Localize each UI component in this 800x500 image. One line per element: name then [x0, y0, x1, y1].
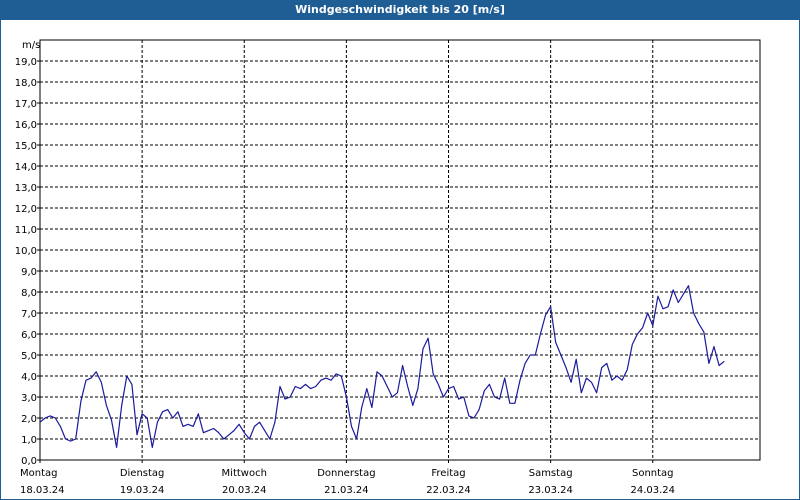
- y-axis-unit: m/s: [22, 40, 40, 51]
- series-line-wind-speed: [39, 285, 725, 448]
- y-tick-label: 9,0: [21, 267, 37, 278]
- y-tick-label: 18,0: [15, 78, 37, 89]
- x-tick-day-label: Freitag: [431, 468, 465, 479]
- y-tick-label: 0,0: [21, 456, 37, 467]
- x-tick-date-label: 22.03.24: [426, 485, 471, 496]
- x-tick-day-label: Montag: [20, 468, 57, 479]
- y-tick-label: 11,0: [15, 225, 37, 236]
- x-tick-day-label: Dienstag: [120, 468, 165, 479]
- y-tick-label: 7,0: [21, 309, 37, 320]
- x-tick-date-label: 23.03.24: [528, 485, 573, 496]
- x-tick-date-label: 19.03.24: [120, 485, 165, 496]
- y-tick-label: 16,0: [15, 120, 37, 131]
- x-tick-date-label: 24.03.24: [631, 485, 676, 496]
- x-tick-day-label: Samstag: [529, 468, 573, 479]
- y-tick-label: 5,0: [21, 351, 37, 362]
- y-tick-label: 2,0: [21, 414, 37, 425]
- y-tick-label: 15,0: [15, 141, 37, 152]
- y-tick-label: 12,0: [15, 204, 37, 215]
- wind-speed-chart: 0,0 1,0 2,0 3,0 4,0 5,0 6,0 7,0 8,0 9,0 10,0 11,0 12…: [15, 39, 761, 496]
- y-tick-label: 1,0: [21, 435, 37, 446]
- y-tick-label: 8,0: [21, 288, 37, 299]
- y-tick-label: 14,0: [15, 162, 37, 173]
- y-tick-label: 10,0: [15, 246, 37, 257]
- x-tick-day-label: Sonntag: [632, 468, 674, 479]
- x-tick-day-label: Donnerstag: [317, 468, 375, 479]
- y-tick-label: 6,0: [21, 330, 37, 341]
- y-tick-label: 3,0: [21, 393, 37, 404]
- x-tick-day-label: Mittwoch: [222, 468, 267, 479]
- x-tick-date-label: 20.03.24: [222, 485, 267, 496]
- x-tick-date-label: 21.03.24: [324, 485, 369, 496]
- x-tick-date-label: 18.03.24: [20, 485, 65, 496]
- y-tick-label: 17,0: [15, 99, 37, 110]
- y-tick-label: 13,0: [15, 183, 37, 194]
- y-tick-label: 19,0: [15, 57, 37, 68]
- y-tick-label: 4,0: [21, 372, 37, 383]
